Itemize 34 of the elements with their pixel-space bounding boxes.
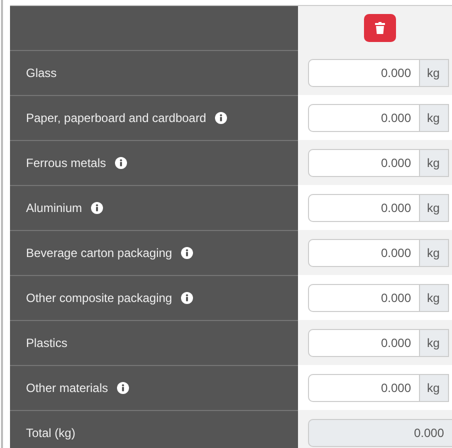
input-field[interactable]: 0.000 [308, 104, 420, 132]
row-label: Other materials [26, 381, 108, 395]
row-label: Beverage carton packaging [26, 246, 172, 260]
row-label: Other composite packaging [26, 291, 172, 305]
row-label: Glass [26, 66, 57, 80]
info-icon[interactable] [215, 112, 228, 124]
unit-label: kg [420, 238, 449, 266]
info-icon[interactable] [181, 292, 194, 304]
unit-label: kg [420, 148, 449, 176]
total-field: 0.000 [308, 418, 452, 446]
info-icon[interactable] [91, 202, 104, 214]
info-icon[interactable] [181, 247, 194, 259]
unit-label: kg [420, 284, 449, 312]
row-label: Total (kg) [26, 426, 76, 440]
delete-button[interactable] [364, 14, 396, 42]
input-field[interactable]: 0.000 [308, 328, 420, 356]
row-label: Aluminium [26, 201, 82, 215]
unit-label: kg [420, 374, 449, 402]
input-field[interactable]: 0.000 [308, 374, 420, 402]
unit-label: kg [420, 104, 449, 132]
input-field[interactable]: 0.000 [308, 58, 420, 86]
info-icon[interactable] [117, 382, 130, 394]
unit-label: kg [420, 58, 449, 86]
row-label: Paper, paperboard and cardboard [26, 111, 206, 125]
row-label: Plastics [26, 336, 68, 350]
row-label: Ferrous metals [26, 156, 106, 170]
unit-label: kg [420, 328, 449, 356]
input-field[interactable]: 0.000 [308, 284, 420, 312]
unit-label: kg [420, 194, 449, 222]
trash-icon [375, 22, 385, 34]
input-field[interactable]: 0.000 [308, 238, 420, 266]
info-icon[interactable] [115, 157, 128, 169]
input-field[interactable]: 0.000 [308, 148, 420, 176]
input-field[interactable]: 0.000 [308, 194, 420, 222]
